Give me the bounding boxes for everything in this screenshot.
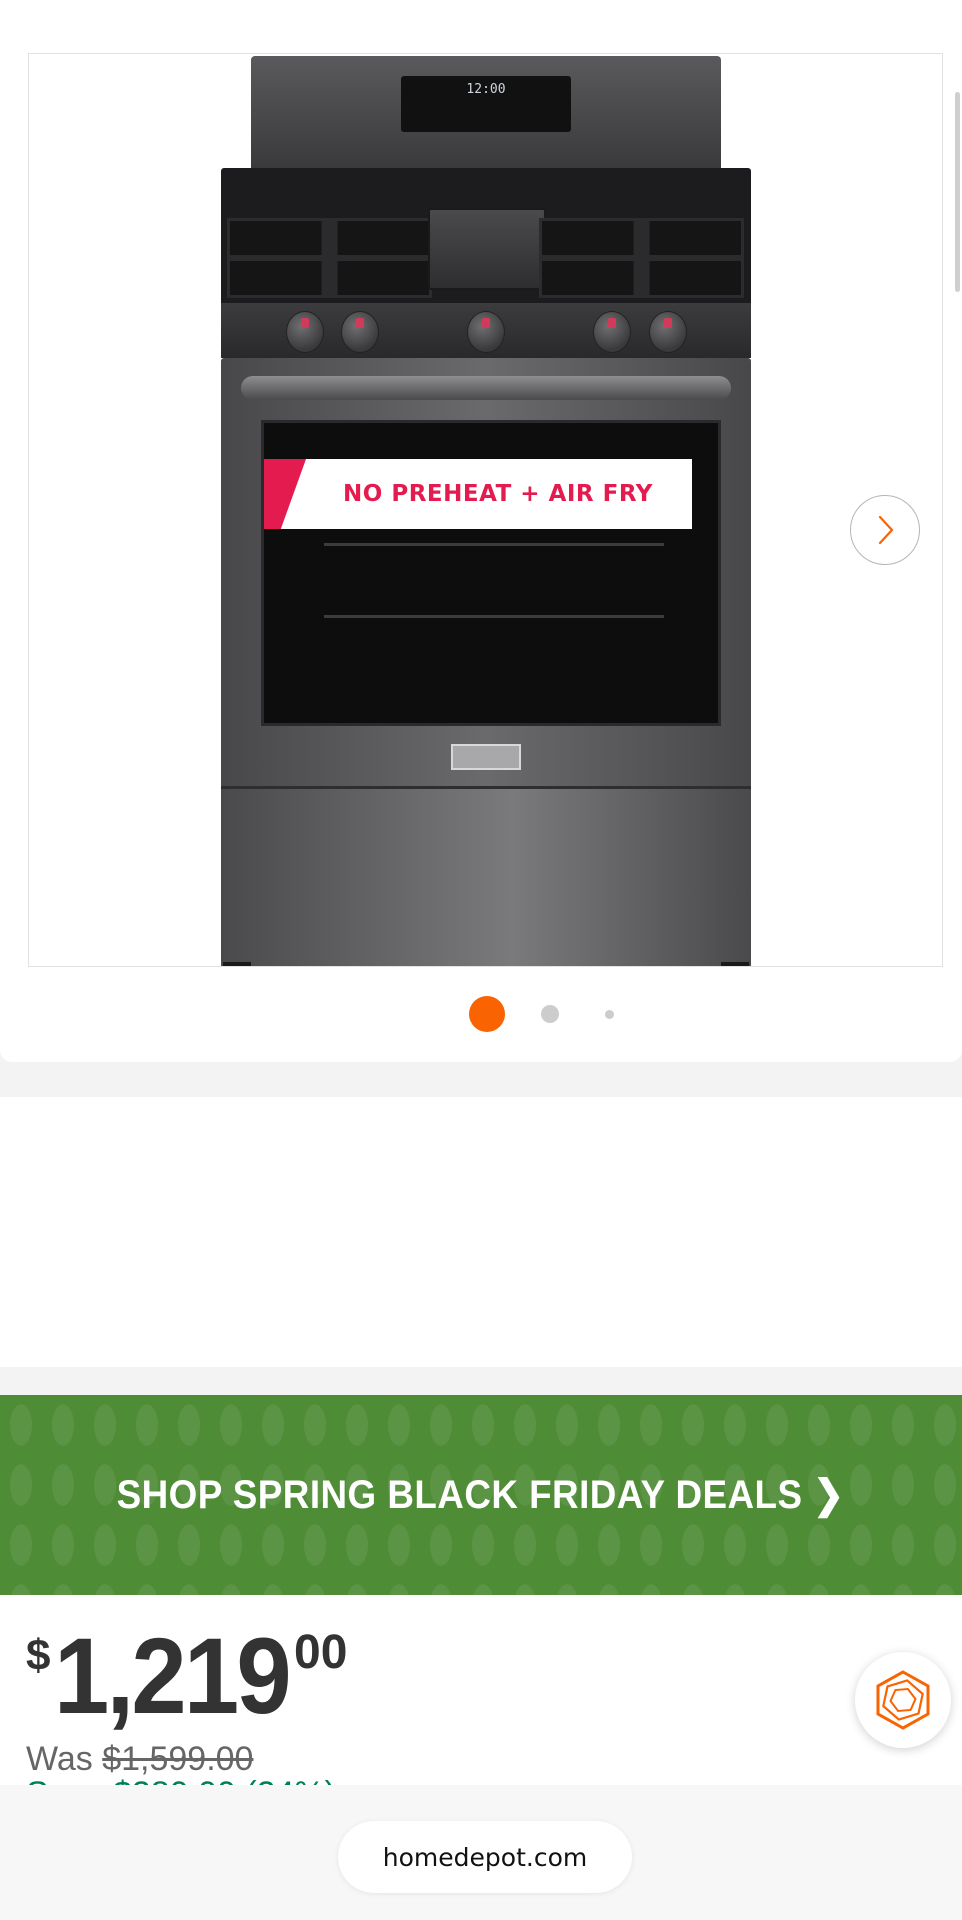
burner-knob (467, 311, 505, 353)
storage-drawer (221, 786, 751, 966)
product-image-gallery: 12:00 NO PREHEAT + AIR FRY (0, 0, 962, 1062)
oven-window: NO PREHEAT + AIR FRY (261, 420, 721, 726)
was-price-row: Was $1,599.00 (26, 1740, 253, 1779)
savings-text: Save $380.00 (24%) (26, 1775, 336, 1785)
carousel-dot[interactable] (541, 1005, 559, 1023)
carousel-dot[interactable] (605, 1010, 614, 1019)
price-currency: $ (26, 1631, 51, 1680)
carousel-dots (0, 994, 962, 1034)
chevron-right-icon (878, 515, 894, 545)
hexagon-assistant-icon (876, 1670, 930, 1730)
carousel-dot-active[interactable] (469, 996, 505, 1032)
assistant-chat-button[interactable] (855, 1652, 951, 1748)
oven-promo-banner: NO PREHEAT + AIR FRY (264, 459, 692, 529)
content-placeholder (0, 1097, 962, 1367)
oven-handle (241, 376, 731, 400)
oven-promo-label: NO PREHEAT + AIR FRY (343, 481, 653, 507)
browser-bottom-bar: homedepot.com (0, 1785, 962, 1920)
cooktop (221, 168, 751, 358)
browser-url-bar[interactable]: homedepot.com (338, 1821, 632, 1893)
oven-body: NO PREHEAT + AIR FRY (221, 358, 751, 966)
was-price: $1,599.00 (102, 1740, 254, 1778)
price-dollars: 1,219 (54, 1615, 292, 1736)
range-backguard: 12:00 (251, 56, 721, 168)
knob-panel (221, 303, 751, 358)
gas-range-illustration: 12:00 NO PREHEAT + AIR FRY (211, 56, 761, 966)
price-cents: 00 (294, 1626, 348, 1679)
oven-rack (324, 543, 664, 546)
next-image-button[interactable] (850, 495, 920, 565)
oven-rack (324, 615, 664, 618)
promo-banner-label: SHOP SPRING BLACK FRIDAY DEALS ❯ (117, 1473, 845, 1517)
burner-knob (593, 311, 631, 353)
browser-url: homedepot.com (382, 1842, 588, 1872)
was-label: Was (26, 1740, 93, 1778)
price-section: $ 1,219 00 Was $1,599.00 Save $380.00 (2… (0, 1595, 962, 1785)
display-readout: 12:00 (466, 82, 506, 97)
center-griddle (428, 208, 546, 290)
left-burner-grate (227, 218, 432, 298)
control-display: 12:00 (401, 76, 571, 132)
product-image[interactable]: 12:00 NO PREHEAT + AIR FRY (28, 53, 943, 967)
burner-knob (286, 311, 324, 353)
promo-wedge (264, 459, 306, 529)
range-foot (721, 962, 749, 966)
burner-knob (341, 311, 379, 353)
right-burner-grate (539, 218, 744, 298)
promo-banner-link[interactable]: SHOP SPRING BLACK FRIDAY DEALS ❯ (0, 1395, 962, 1595)
brand-badge (451, 744, 521, 770)
range-foot (223, 962, 251, 966)
product-page: 12:00 NO PREHEAT + AIR FRY SHOP SPRING B… (0, 0, 962, 1920)
scroll-indicator[interactable] (955, 92, 960, 292)
burner-knob (649, 311, 687, 353)
